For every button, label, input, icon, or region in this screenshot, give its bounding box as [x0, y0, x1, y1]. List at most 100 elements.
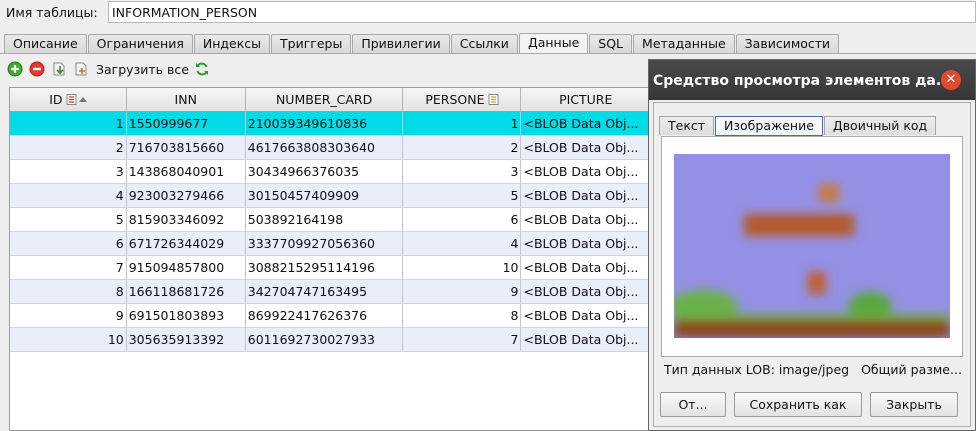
cell-picture[interactable]: <BLOB Data Obj...	[520, 207, 651, 232]
cell-number-card[interactable]: 210039349610836	[245, 111, 404, 136]
cell-persone[interactable]: 6	[402, 207, 522, 232]
data-toolbar: Загрузить все	[6, 58, 211, 80]
data-table: ID INN NUMBER_CARD PERSONE PICTURE 1 155…	[10, 88, 651, 352]
tab-triggers[interactable]: Триггеры	[271, 34, 352, 53]
cell-inn[interactable]: 691501803893	[126, 303, 246, 328]
column-header-persone[interactable]: PERSONE	[402, 88, 522, 112]
cell-persone[interactable]: 5	[402, 183, 522, 208]
dialog-title-bar[interactable]: Средство просмотра элементов да... ✕	[649, 60, 975, 100]
tab-sql[interactable]: SQL	[589, 34, 633, 53]
cell-persone[interactable]: 2	[402, 135, 522, 160]
cell-id[interactable]: 1	[10, 111, 127, 136]
viewer-tabs: Текст Изображение Двоичный код	[659, 116, 937, 136]
cell-inn[interactable]: 915094857800	[126, 255, 246, 280]
table-header-row: ID INN NUMBER_CARD PERSONE PICTURE	[10, 88, 651, 112]
column-header-inn[interactable]: INN	[126, 88, 246, 112]
delete-icon[interactable]	[28, 60, 46, 78]
cell-number-card[interactable]: 503892164198	[245, 207, 404, 232]
data-grid[interactable]: ID INN NUMBER_CARD PERSONE PICTURE 1 155…	[9, 87, 652, 431]
table-row[interactable]: 8 166118681726 342704747163495 9 <BLOB D…	[10, 279, 651, 304]
cell-persone[interactable]: 1	[402, 111, 522, 136]
cell-picture[interactable]: <BLOB Data Obj...	[520, 255, 651, 280]
cell-id[interactable]: 8	[10, 279, 127, 304]
cell-picture[interactable]: <BLOB Data Obj...	[520, 231, 651, 256]
cell-persone[interactable]: 4	[402, 231, 522, 256]
image-preview	[674, 154, 950, 338]
cell-number-card[interactable]: 30434966376035	[245, 159, 404, 184]
table-name-field[interactable]: INFORMATION_PERSON	[108, 1, 976, 23]
cell-id[interactable]: 9	[10, 303, 127, 328]
tab-image[interactable]: Изображение	[715, 116, 823, 136]
table-row[interactable]: 5 815903346092 503892164198 6 <BLOB Data…	[10, 207, 651, 232]
tab-text[interactable]: Текст	[659, 116, 715, 135]
save-as-button[interactable]: Сохранить как	[734, 392, 862, 417]
cell-inn[interactable]: 1550999677	[126, 111, 246, 136]
tab-references[interactable]: Ссылки	[450, 34, 518, 53]
cell-number-card[interactable]: 342704747163495	[245, 279, 404, 304]
cell-inn[interactable]: 923003279466	[126, 183, 246, 208]
tab-indexes[interactable]: Индексы	[193, 34, 271, 53]
cell-inn[interactable]: 716703815660	[126, 135, 246, 160]
tab-binary[interactable]: Двоичный код	[823, 116, 937, 135]
cell-number-card[interactable]: 3337709927056360	[245, 231, 404, 256]
cell-number-card[interactable]: 4617663808303640	[245, 135, 404, 160]
add-icon[interactable]	[6, 60, 24, 78]
cell-number-card[interactable]: 6011692730027933	[245, 327, 404, 352]
cell-number-card[interactable]: 869922417626376	[245, 303, 404, 328]
cell-inn[interactable]: 671726344029	[126, 231, 246, 256]
foreign-key-icon	[488, 93, 499, 105]
tab-metadata[interactable]: Метаданные	[633, 34, 735, 53]
column-header-picture[interactable]: PICTURE	[520, 88, 651, 112]
cell-persone[interactable]: 8	[402, 303, 522, 328]
cell-picture[interactable]: <BLOB Data Obj...	[520, 111, 651, 136]
table-row[interactable]: 2 716703815660 4617663808303640 2 <BLOB …	[10, 135, 651, 160]
cell-inn[interactable]: 143868040901	[126, 159, 246, 184]
table-row[interactable]: 4 923003279466 30150457409909 5 <BLOB Da…	[10, 183, 651, 208]
cell-id[interactable]: 3	[10, 159, 127, 184]
cell-number-card[interactable]: 3088215295114196	[245, 255, 404, 280]
export-icon[interactable]	[50, 60, 68, 78]
tab-description[interactable]: Описание	[4, 34, 87, 53]
cell-picture[interactable]: <BLOB Data Obj...	[520, 327, 651, 352]
cell-picture[interactable]: <BLOB Data Obj...	[520, 135, 651, 160]
editor-tabs: Описание Ограничения Индексы Триггеры Пр…	[4, 33, 840, 54]
table-row[interactable]: 9 691501803893 869922417626376 8 <BLOB D…	[10, 303, 651, 328]
cell-inn[interactable]: 815903346092	[126, 207, 246, 232]
import-icon[interactable]	[72, 60, 90, 78]
tab-constraints[interactable]: Ограничения	[87, 34, 193, 53]
cell-picture[interactable]: <BLOB Data Obj...	[520, 303, 651, 328]
cell-picture[interactable]: <BLOB Data Obj...	[520, 159, 651, 184]
open-button[interactable]: От...	[660, 392, 726, 417]
lob-info: Тип данных LOB: image/jpeg Общий разме...	[664, 362, 962, 377]
cell-id[interactable]: 4	[10, 183, 127, 208]
cell-persone[interactable]: 7	[402, 327, 522, 352]
cell-picture[interactable]: <BLOB Data Obj...	[520, 279, 651, 304]
table-row[interactable]: 7 915094857800 3088215295114196 10 <BLOB…	[10, 255, 651, 280]
cell-persone[interactable]: 9	[402, 279, 522, 304]
cell-id[interactable]: 2	[10, 135, 127, 160]
cell-persone[interactable]: 3	[402, 159, 522, 184]
lob-total-size: Общий разме...	[861, 362, 962, 377]
cell-number-card[interactable]: 30150457409909	[245, 183, 404, 208]
cell-id[interactable]: 5	[10, 207, 127, 232]
column-header-id[interactable]: ID	[10, 88, 127, 112]
refresh-icon[interactable]	[193, 60, 211, 78]
table-row[interactable]: 3 143868040901 30434966376035 3 <BLOB Da…	[10, 159, 651, 184]
column-header-number-card[interactable]: NUMBER_CARD	[245, 88, 404, 112]
cell-inn[interactable]: 166118681726	[126, 279, 246, 304]
cell-persone[interactable]: 10	[402, 255, 522, 280]
cell-id[interactable]: 7	[10, 255, 127, 280]
cell-id[interactable]: 6	[10, 231, 127, 256]
tab-privileges[interactable]: Привилегии	[352, 34, 450, 53]
cell-id[interactable]: 10	[10, 327, 127, 352]
tab-data[interactable]: Данные	[518, 33, 589, 54]
load-all-button[interactable]: Загрузить все	[96, 62, 189, 77]
table-row[interactable]: 10 305635913392 6011692730027933 7 <BLOB…	[10, 327, 651, 352]
table-row[interactable]: 1 1550999677 210039349610836 1 <BLOB Dat…	[10, 111, 651, 136]
table-row[interactable]: 6 671726344029 3337709927056360 4 <BLOB …	[10, 231, 651, 256]
cell-inn[interactable]: 305635913392	[126, 327, 246, 352]
close-button[interactable]: Закрыть	[870, 392, 958, 417]
cell-picture[interactable]: <BLOB Data Obj...	[520, 183, 651, 208]
tab-dependencies[interactable]: Зависимости	[735, 34, 840, 53]
close-icon[interactable]: ✕	[941, 70, 961, 90]
